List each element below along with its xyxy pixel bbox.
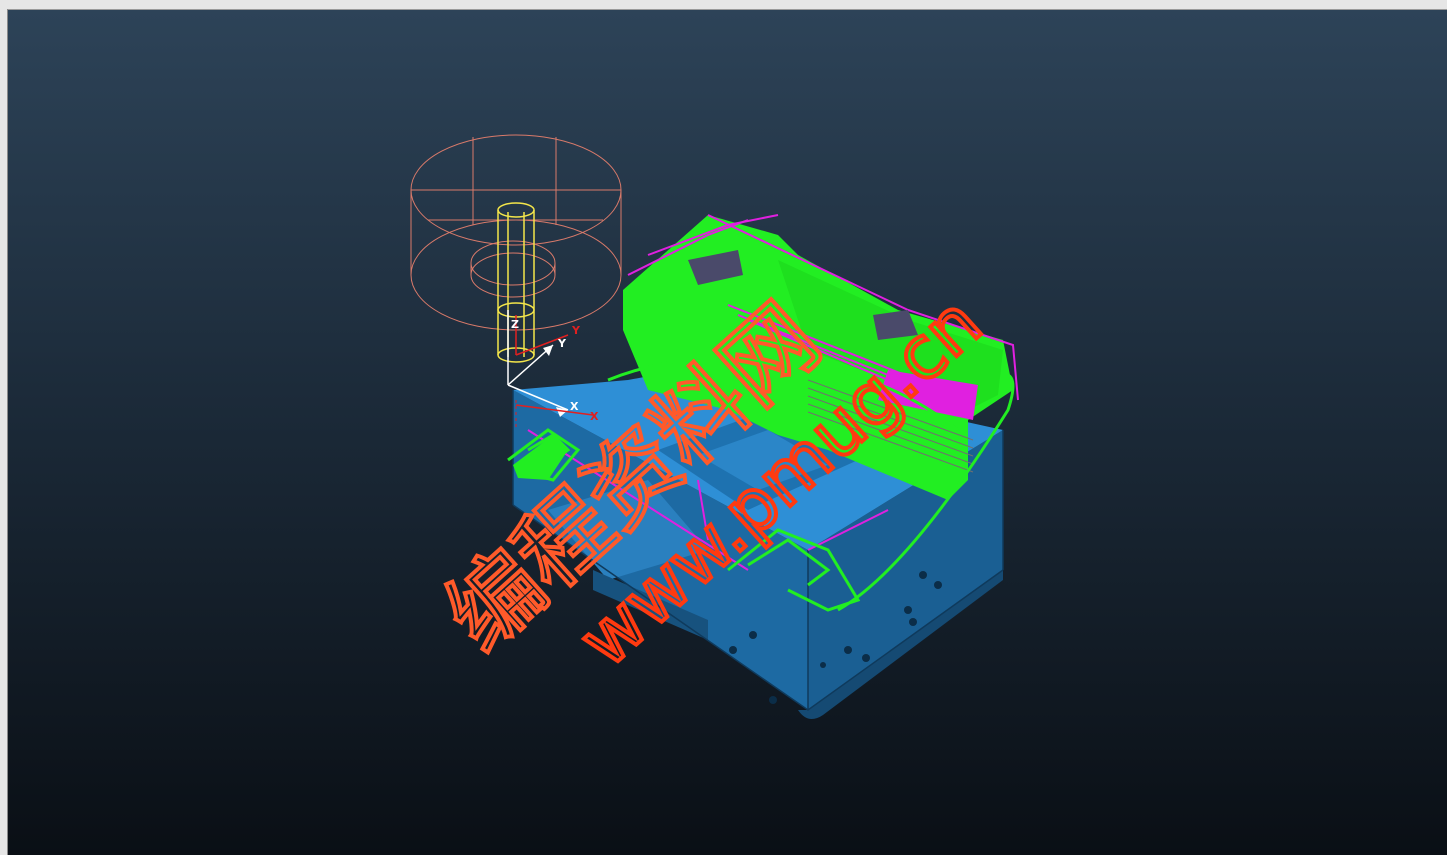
axis-y-label: Y	[557, 337, 567, 350]
graphics-viewport[interactable]: Z Y X Y X 编程资料网 www.pmug.cn	[8, 10, 1447, 855]
model-canvas[interactable]: Z Y X Y X 编程资料网 www.pmug.cn	[8, 10, 1447, 855]
cad-window: Z Y X Y X 编程资料网 www.pmug.cn	[0, 0, 1447, 855]
window-left-frame	[0, 9, 8, 855]
axis-z-label: Z	[511, 318, 519, 331]
axis-x-label: X	[570, 400, 579, 413]
tool-holder-wireframe	[410, 134, 622, 331]
window-top-frame	[0, 0, 1447, 10]
axis-x-label-red: X	[590, 410, 599, 423]
axis-y-label-red: Y	[571, 324, 581, 337]
